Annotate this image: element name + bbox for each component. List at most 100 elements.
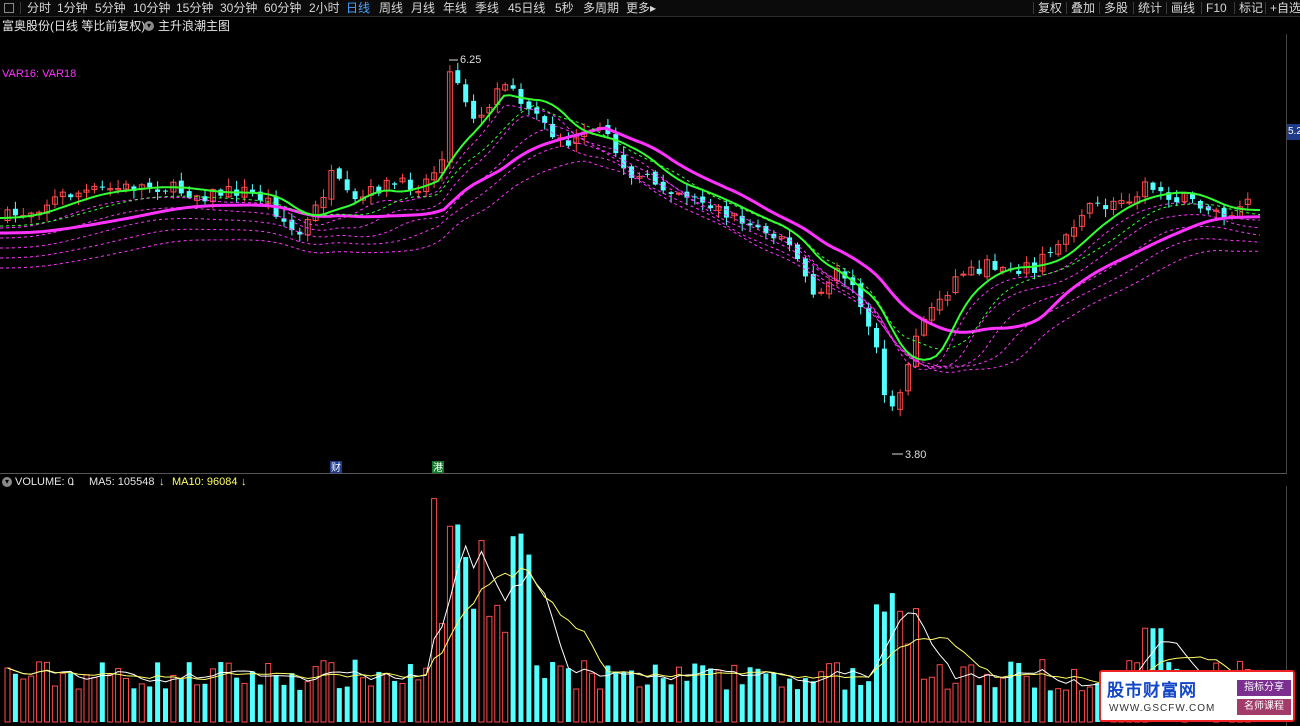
volume-bar bbox=[700, 665, 706, 722]
volume-bar bbox=[289, 673, 295, 722]
volume-bar bbox=[866, 681, 872, 722]
volume-bar bbox=[723, 689, 729, 722]
volume-bar bbox=[407, 664, 413, 722]
volume-bar bbox=[889, 593, 895, 722]
candle-body bbox=[471, 100, 477, 119]
volume-bar bbox=[1039, 659, 1046, 723]
volume-bar bbox=[660, 678, 666, 722]
volume-bar bbox=[913, 608, 919, 723]
volume-bar bbox=[178, 679, 184, 722]
volume-bar bbox=[415, 679, 422, 723]
candle-body bbox=[99, 186, 105, 188]
volume-value: VOLUME: 0 bbox=[15, 476, 74, 488]
volume-bar bbox=[795, 689, 800, 722]
candle-body bbox=[881, 348, 887, 396]
volume-bar bbox=[59, 672, 66, 723]
candle-body bbox=[1032, 262, 1037, 273]
volume-bar bbox=[471, 608, 477, 722]
volume-bar bbox=[1078, 690, 1085, 723]
candle-body bbox=[526, 101, 532, 110]
volume-bar bbox=[431, 498, 438, 723]
watermark-brand: 股市财富网 bbox=[1107, 681, 1197, 700]
volume-bar bbox=[936, 664, 943, 723]
volume-bar bbox=[589, 672, 596, 723]
candle-body bbox=[1150, 182, 1156, 190]
volume-bar bbox=[312, 666, 319, 723]
candle-body bbox=[795, 244, 800, 260]
volume-bar bbox=[621, 671, 627, 722]
volume-bar bbox=[328, 662, 335, 723]
volume-bar bbox=[1016, 662, 1022, 722]
candle-body bbox=[992, 261, 998, 270]
volume-bar bbox=[557, 665, 564, 723]
watermark-url: WWW.GSCFW.COM bbox=[1109, 703, 1216, 714]
volume-bar bbox=[218, 662, 224, 722]
volume-bar bbox=[739, 684, 745, 722]
candle-body bbox=[12, 208, 18, 216]
ma5-down-arrow-icon: ↓ bbox=[159, 476, 165, 488]
price-axis bbox=[1286, 34, 1300, 474]
volume-bar bbox=[83, 674, 90, 723]
volume-bar bbox=[928, 676, 935, 723]
candle-body bbox=[155, 189, 161, 192]
volume-bar bbox=[510, 536, 516, 722]
volume-bar bbox=[858, 684, 864, 722]
indicator-label: VAR16: VAR18 bbox=[2, 68, 76, 80]
volume-bar bbox=[297, 689, 303, 722]
volume-bar bbox=[281, 684, 287, 722]
volume-bar bbox=[1055, 688, 1062, 723]
ma-band-line bbox=[0, 115, 1261, 369]
volume-bar bbox=[186, 662, 192, 722]
candle-body bbox=[163, 190, 168, 192]
low-price-label: 3.80 bbox=[905, 449, 926, 461]
volume-bar bbox=[1047, 690, 1053, 722]
candle-body bbox=[1103, 205, 1109, 210]
candle-body bbox=[1126, 201, 1133, 204]
candle-body bbox=[976, 268, 982, 274]
volume-bar bbox=[952, 682, 959, 723]
candle-body bbox=[344, 179, 350, 191]
volume-bar bbox=[12, 673, 18, 722]
volume-bar bbox=[534, 665, 540, 722]
candle-body bbox=[463, 84, 469, 103]
volume-bar bbox=[392, 680, 398, 722]
volume-bar bbox=[202, 683, 208, 722]
panel-divider[interactable] bbox=[0, 473, 1286, 474]
volume-bar bbox=[107, 674, 114, 723]
volume-bar bbox=[920, 678, 927, 723]
volume-bar bbox=[1023, 675, 1030, 723]
candle-body bbox=[889, 395, 895, 407]
volume-bar bbox=[684, 680, 690, 722]
high-price-label: 6.25 bbox=[460, 54, 481, 66]
volume-bar bbox=[597, 688, 603, 723]
candle-body bbox=[392, 183, 398, 185]
volume-bar bbox=[91, 677, 98, 723]
kline-chart[interactable]: 6.253.80VAR16: VAR18财港 bbox=[0, 0, 1286, 726]
ma5-value: MA5: 105548 bbox=[89, 476, 155, 488]
candle-body bbox=[542, 116, 548, 123]
volume-bar bbox=[976, 685, 982, 722]
candle-body bbox=[1158, 187, 1164, 192]
ma10-down-arrow-icon: ↓ bbox=[241, 476, 247, 488]
volume-bar bbox=[36, 661, 43, 723]
volume-bar bbox=[51, 685, 58, 723]
ma10-value: MA10: 96084 bbox=[172, 476, 238, 488]
volume-bar bbox=[28, 675, 35, 723]
volume-bar bbox=[944, 688, 951, 723]
volume-bar bbox=[787, 678, 793, 722]
volume-bar bbox=[320, 660, 327, 723]
volume-bar bbox=[992, 687, 998, 722]
candle-body bbox=[874, 327, 879, 348]
volume-bar bbox=[147, 686, 153, 722]
ma-band-line bbox=[0, 145, 1261, 368]
ma-band-line bbox=[0, 104, 1261, 371]
volume-menu-icon[interactable]: ▾ bbox=[2, 477, 12, 487]
volume-bar bbox=[518, 533, 524, 722]
volume-bar bbox=[115, 668, 122, 723]
volume-bar bbox=[344, 686, 350, 722]
volume-bar bbox=[383, 672, 390, 723]
volume-bar bbox=[131, 688, 137, 722]
volume-bar bbox=[257, 684, 263, 722]
volume-bar bbox=[715, 669, 722, 723]
volume-bar bbox=[478, 540, 485, 723]
